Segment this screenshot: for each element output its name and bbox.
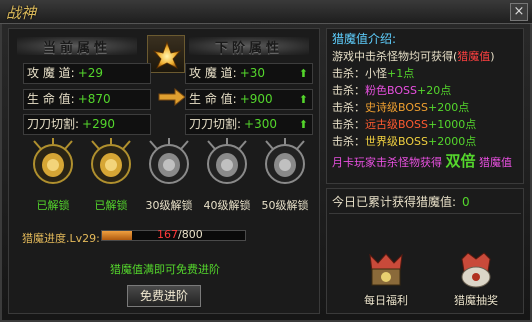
stat-value: +290 xyxy=(82,117,116,131)
kill-row: 击杀：小怪+1点 xyxy=(332,65,518,82)
kill-reward: +20点 xyxy=(416,84,452,97)
progress-label: 猎魔进度.Lv29: xyxy=(22,232,100,245)
free-advance-button[interactable]: 免费进阶 xyxy=(127,285,201,307)
lotus-gem-icon xyxy=(147,35,185,73)
ornament-slot-3[interactable] xyxy=(145,137,193,187)
kill-reward: +1000点 xyxy=(427,118,477,131)
monthly-card-note: 月卡玩家击杀怪物获得 双倍 猎魔值 xyxy=(332,153,518,171)
ornament-slot-5[interactable] xyxy=(261,137,309,187)
intro-line: 游戏中击杀怪物均可获得(猎魔值) xyxy=(332,48,518,65)
monthly-text: 月卡玩家击杀怪物获得 xyxy=(332,156,442,169)
kill-prefix: 击杀： xyxy=(332,67,365,80)
ornament-slot-1[interactable] xyxy=(29,137,77,187)
kill-prefix: 击杀： xyxy=(332,118,365,131)
next-attributes-title: 下阶属性 xyxy=(189,37,309,56)
stat-value: +30 xyxy=(239,66,266,80)
kill-reward: +200点 xyxy=(427,101,470,114)
kill-target: 小怪 xyxy=(365,67,387,80)
lottery-label: 猎魔抽奖 xyxy=(454,294,498,307)
treasure-chest-icon xyxy=(369,253,403,286)
double-label: 双倍 xyxy=(445,152,476,170)
kill-target: 远古级BOSS xyxy=(365,118,428,131)
divider xyxy=(329,213,521,214)
progress-fill xyxy=(102,231,132,240)
progress-value: 167/800 xyxy=(157,228,203,241)
today-label: 今日已累计获得猎魔值: xyxy=(332,195,457,209)
current-stat-hp: 生 命 值: +870 xyxy=(23,89,151,110)
kill-prefix: 击杀： xyxy=(332,101,365,114)
ornament-slot-2[interactable] xyxy=(87,137,135,187)
locked-ornament-icon xyxy=(265,138,305,184)
kill-reward: +1点 xyxy=(387,67,415,80)
kill-target: 粉色BOSS xyxy=(365,84,417,97)
stat-label: 刀刀切割: xyxy=(189,117,242,131)
today-value: 0 xyxy=(462,195,470,209)
intro-text: ) xyxy=(490,50,495,63)
kill-reward: +2000点 xyxy=(427,135,477,148)
gold-ornament-icon xyxy=(91,138,131,184)
stat-label: 生 命 值: xyxy=(27,92,75,106)
intro-highlight: 猎魔值 xyxy=(457,50,491,63)
gold-ornament-icon xyxy=(33,138,73,184)
game-logo: 战神 xyxy=(6,4,37,22)
locked-ornament-icon xyxy=(149,138,189,184)
info-panel: 猎魔值介绍: 游戏中击杀怪物均可获得(猎魔值) 击杀：小怪+1点 击杀：粉色BO… xyxy=(326,28,524,314)
stat-value: +900 xyxy=(239,92,273,106)
slot-status-4: 40级解锁 xyxy=(203,199,251,212)
daily-welfare-button[interactable]: 每日福利 xyxy=(355,251,417,311)
intro-title: 猎魔值介绍: xyxy=(332,32,397,46)
stat-value: +300 xyxy=(244,117,278,131)
arrow-up-icon: ⬆ xyxy=(298,67,308,80)
stat-label: 攻 魔 道: xyxy=(189,66,237,80)
kill-row: 击杀：粉色BOSS+20点 xyxy=(332,82,518,99)
daily-welfare-label: 每日福利 xyxy=(364,294,408,307)
hunt-value-intro: 猎魔值介绍: 游戏中击杀怪物均可获得(猎魔值) 击杀：小怪+1点 击杀：粉色BO… xyxy=(326,28,524,184)
stat-label: 刀刀切割: xyxy=(27,117,80,131)
slot-status-1: 已解锁 xyxy=(36,199,70,212)
kill-target: 世界级BOSS xyxy=(365,135,428,148)
locked-ornament-icon xyxy=(207,138,247,184)
close-button[interactable]: × xyxy=(510,3,528,21)
slot-status-2: 已解锁 xyxy=(94,199,128,212)
slot-status-3: 30级解锁 xyxy=(145,199,193,212)
kill-target: 史诗级BOSS xyxy=(365,101,428,114)
ornament-slot-4[interactable] xyxy=(203,137,251,187)
intro-text: 游戏中击杀怪物均可获得( xyxy=(332,50,458,63)
kill-row: 击杀：远古级BOSS+1000点 xyxy=(332,116,518,133)
kill-prefix: 击杀： xyxy=(332,84,365,97)
next-stat-cut: 刀刀切割: +300 ⬆ xyxy=(185,114,313,135)
current-stat-cut: 刀刀切割: +290 xyxy=(23,114,151,135)
next-stat-attack: 攻 魔 道: +30 ⬆ xyxy=(185,63,313,84)
stat-label: 生 命 值: xyxy=(189,92,237,106)
title-bar: 战神 × xyxy=(0,0,532,24)
stat-label: 攻 魔 道: xyxy=(27,66,75,80)
arrow-up-icon: ⬆ xyxy=(298,93,308,106)
arrow-right-icon xyxy=(158,87,186,107)
stat-value: +870 xyxy=(77,92,111,106)
today-panel: 今日已累计获得猎魔值: 0 每日福利 猎魔抽奖 xyxy=(326,188,524,314)
arrow-up-icon: ⬆ xyxy=(298,118,308,131)
advance-tip: 猎魔值满即可免费进阶 xyxy=(110,263,220,276)
kill-row: 击杀：史诗级BOSS+200点 xyxy=(332,99,518,116)
attribute-panel: 当前属性 下阶属性 攻 魔 道: +29 生 命 值: +870 刀刀切割: +290… xyxy=(8,28,320,314)
current-stat-attack: 攻 魔 道: +29 xyxy=(23,63,151,84)
hunt-lottery-button[interactable]: 猎魔抽奖 xyxy=(445,251,507,311)
stat-value: +29 xyxy=(77,66,104,80)
kill-prefix: 击杀： xyxy=(332,135,365,148)
kill-row: 击杀：世界级BOSS+2000点 xyxy=(332,133,518,150)
today-total: 今日已累计获得猎魔值: 0 xyxy=(332,193,470,210)
monthly-text: 猎魔值 xyxy=(479,156,513,169)
next-stat-hp: 生 命 值: +900 ⬆ xyxy=(185,89,313,110)
lottery-bag-icon xyxy=(461,252,491,288)
progress-current: 167 xyxy=(157,228,178,241)
progress-max: /800 xyxy=(178,228,203,241)
current-attributes-title: 当前属性 xyxy=(17,37,137,56)
slot-status-5: 50级解锁 xyxy=(261,199,309,212)
